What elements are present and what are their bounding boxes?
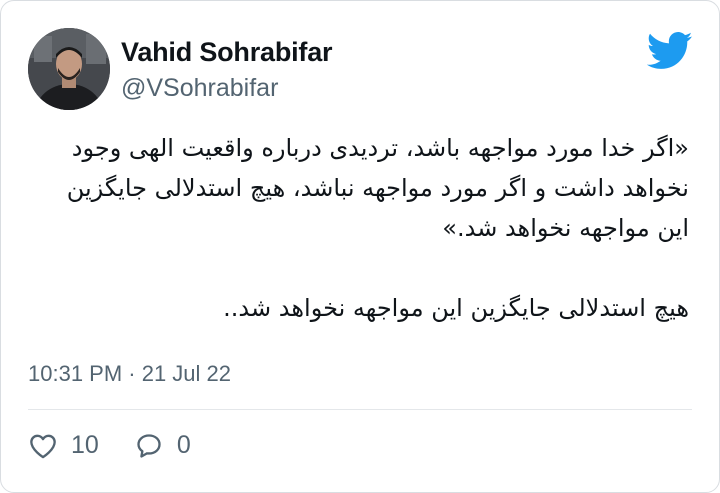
divider <box>28 409 692 410</box>
twitter-bird-icon[interactable] <box>646 31 693 71</box>
tweet-card: Vahid Sohrabifar @VSohrabifar «اگر خدا م… <box>0 0 720 493</box>
like-count: 10 <box>71 431 99 459</box>
tweet-timestamp[interactable]: 10:31 PM · 21 Jul 22 <box>28 361 231 387</box>
tweet-actions: 10 0 <box>29 431 227 460</box>
tweet-text: «اگر خدا مورد مواجهه باشد، تردیدی درباره… <box>39 128 689 328</box>
author-display-name[interactable]: Vahid Sohrabifar <box>121 37 333 68</box>
author-handle[interactable]: @VSohrabifar <box>121 74 278 103</box>
heart-icon <box>30 434 56 458</box>
tweet-paragraph-1: «اگر خدا مورد مواجهه باشد، تردیدی درباره… <box>66 134 689 242</box>
profile-photo <box>28 28 110 110</box>
reply-bubble-icon <box>137 433 161 458</box>
tweet-paragraph-2: هیچ استدلالی جایگزین این مواجهه نخواهد ش… <box>223 294 689 322</box>
avatar[interactable] <box>28 28 110 110</box>
reply-count: 0 <box>176 431 191 459</box>
reply-button[interactable]: 0 <box>135 431 191 460</box>
like-button[interactable]: 10 <box>29 431 99 460</box>
